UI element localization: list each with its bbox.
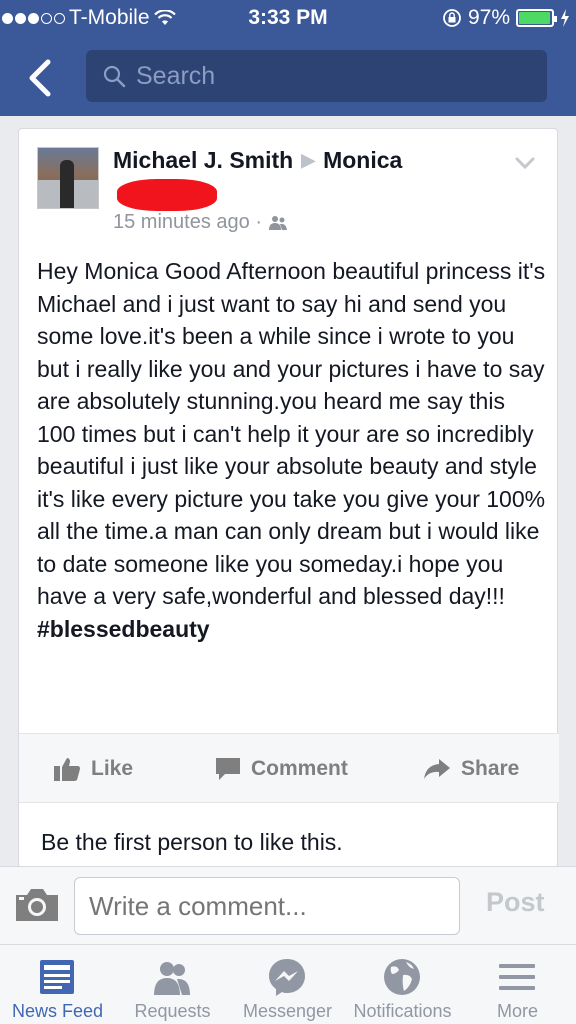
post-card: Michael J. Smith ▶ Monica 15 minutes ago…: [18, 128, 559, 868]
menu-icon: [499, 964, 535, 990]
like-button[interactable]: Like: [53, 734, 133, 804]
tab-label: Requests: [134, 1001, 211, 1021]
friends-audience-icon: [268, 215, 287, 230]
tab-messenger[interactable]: Messenger: [230, 945, 345, 1024]
post-body: Hey Monica Good Afternoon beautiful prin…: [37, 255, 547, 645]
search-input[interactable]: Search: [86, 50, 547, 102]
news-feed-icon: [40, 960, 74, 994]
post-message: Hey Monica Good Afternoon beautiful prin…: [37, 258, 546, 609]
comment-input[interactable]: [74, 877, 460, 935]
like-label: Like: [91, 757, 134, 780]
post-header: Michael J. Smith ▶ Monica: [113, 147, 402, 174]
tab-label: Messenger: [242, 1001, 333, 1021]
time-ago[interactable]: 15 minutes ago ·: [113, 211, 262, 234]
battery-percent: 97%: [467, 6, 510, 29]
share-label: Share: [461, 757, 520, 780]
avatar[interactable]: [37, 147, 99, 209]
post-timestamp: 15 minutes ago ·: [113, 211, 288, 234]
status-bar: T-Mobile 3:33 PM 97%: [0, 0, 576, 38]
tab-news-feed[interactable]: News Feed: [0, 945, 115, 1024]
likes-summary: Be the first person to like this.: [41, 829, 343, 855]
charging-icon: [561, 9, 569, 27]
app-header: T-Mobile 3:33 PM 97% Search: [0, 0, 576, 116]
tab-label: News Feed: [11, 1001, 104, 1021]
camera-icon[interactable]: [14, 887, 60, 923]
post-button[interactable]: Post: [486, 887, 545, 918]
arrow-right-icon: ▶: [301, 150, 316, 170]
back-arrow-icon: [29, 59, 51, 97]
tab-requests[interactable]: Requests: [115, 945, 230, 1024]
share-button[interactable]: Share: [423, 734, 519, 804]
share-arrow-icon: [424, 759, 450, 779]
post-actions: Like Comment Share: [19, 733, 559, 803]
author-name[interactable]: Michael J. Smith: [113, 147, 293, 174]
redaction-mark: [117, 179, 217, 211]
comment-composer: Post: [0, 866, 576, 944]
recipient-name[interactable]: Monica: [323, 147, 402, 174]
messenger-icon: [269, 959, 305, 996]
status-right: 97%: [442, 6, 570, 30]
tab-label: Notifications: [353, 1001, 452, 1021]
hashtag-link[interactable]: #blessedbeauty: [37, 613, 547, 646]
tab-label: More: [496, 1001, 538, 1021]
thumbs-up-icon: [54, 758, 80, 781]
back-button[interactable]: [22, 56, 62, 100]
globe-icon: [384, 959, 420, 995]
tab-notifications[interactable]: Notifications: [345, 945, 460, 1024]
comment-bubble-icon: [216, 758, 240, 780]
nav-row: Search: [0, 50, 576, 104]
chevron-down-icon[interactable]: [515, 155, 535, 171]
tab-bar: News Feed Requests Messenger Notificatio…: [0, 944, 576, 1024]
search-icon: [103, 65, 126, 88]
comment-label: Comment: [251, 757, 348, 780]
tab-more[interactable]: More: [460, 945, 575, 1024]
search-placeholder: Search: [136, 62, 216, 90]
requests-icon: [154, 962, 190, 995]
battery-icon: [516, 9, 557, 27]
comment-button[interactable]: Comment: [215, 734, 348, 804]
rotation-lock-icon: [443, 9, 461, 27]
